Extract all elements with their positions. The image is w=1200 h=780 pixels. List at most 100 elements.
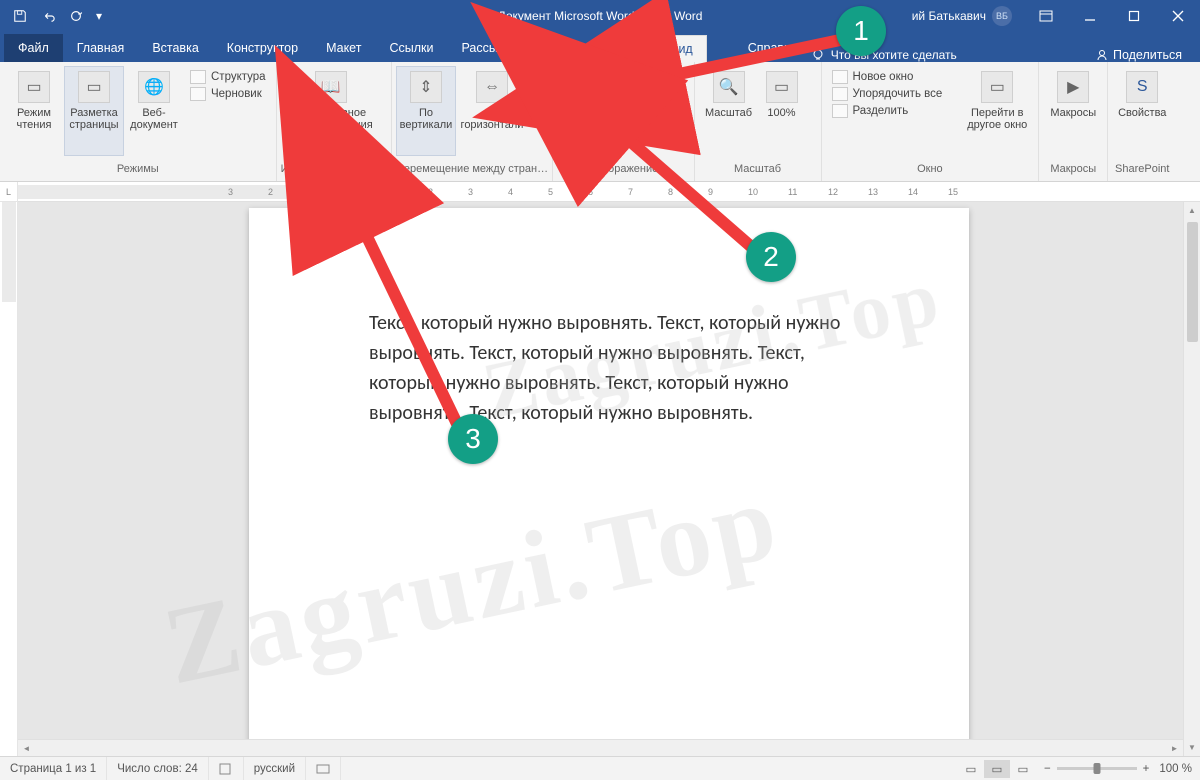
status-spellcheck[interactable] — [209, 757, 244, 780]
svg-text:12: 12 — [828, 187, 838, 197]
svg-text:7: 7 — [628, 187, 633, 197]
properties-button[interactable]: SСвойства — [1112, 66, 1172, 156]
user-name: ий Батькавич — [912, 9, 986, 23]
titlebar: ▾ Документ Microsoft Word.docx - Word ий… — [0, 0, 1200, 32]
svg-text:2: 2 — [268, 187, 273, 197]
vertical-ruler[interactable] — [0, 202, 18, 756]
svg-text:5: 5 — [548, 187, 553, 197]
group-views: ▭Режим чтения ▭Разметка страницы 🌐Веб-до… — [0, 62, 277, 181]
spellcheck-icon — [219, 763, 233, 775]
lightbulb-icon — [811, 48, 825, 62]
tab-insert[interactable]: Вставка — [138, 34, 212, 62]
zoom-value[interactable]: 100 % — [1159, 763, 1192, 775]
tell-me[interactable]: Что вы хотите сделать — [811, 48, 957, 62]
tab-file[interactable]: Файл — [4, 34, 63, 62]
read-mode-button[interactable]: ▭Режим чтения — [4, 66, 64, 156]
ribbon-options-icon[interactable] — [1024, 0, 1068, 32]
svg-text:4: 4 — [508, 187, 513, 197]
tab-review[interactable]: Рецензирование — [532, 34, 657, 62]
tab-references[interactable]: Ссылки — [375, 34, 447, 62]
document-viewport[interactable]: Текст, который нужно выровнять. Текст, к… — [18, 202, 1200, 756]
draft-button[interactable]: Черновик — [190, 87, 266, 101]
horizontal-ruler[interactable]: 321 123456789101112131415 — [18, 182, 1200, 202]
svg-text:3: 3 — [468, 187, 473, 197]
indent-marker-icon[interactable] — [358, 183, 368, 192]
group-page-movement: ⇕По вертикали ⇔По горизонтали Перемещени… — [392, 62, 553, 181]
scroll-left-icon[interactable]: ◄ — [18, 740, 35, 756]
tab-view[interactable]: Вид — [656, 35, 707, 62]
outline-button[interactable]: Структура — [190, 70, 266, 84]
svg-text:13: 13 — [868, 187, 878, 197]
svg-text:15: 15 — [948, 187, 958, 197]
document-title: Документ Microsoft Word.docx - Word — [498, 9, 703, 23]
svg-text:1: 1 — [388, 187, 393, 197]
tab-design[interactable]: Конструктор — [213, 34, 312, 62]
navigation-pane-checkbox[interactable]: Область навигации — [563, 102, 683, 114]
quick-access-toolbar: ▾ — [0, 4, 114, 28]
zoom-button[interactable]: 🔍Масштаб — [699, 66, 759, 156]
document-area: Текст, который нужно выровнять. Текст, к… — [18, 202, 1200, 756]
status-page[interactable]: Страница 1 из 1 — [0, 757, 107, 780]
web-layout-button[interactable]: 🌐Веб-документ — [124, 66, 184, 156]
macros-button[interactable]: ▶Макросы — [1043, 66, 1103, 156]
status-language[interactable]: русский — [244, 757, 306, 780]
immersive-reader-button[interactable]: 📖Иммерсивное средство чтения — [281, 66, 381, 156]
document-body-text[interactable]: Текст, который нужно выровнять. Текст, к… — [369, 308, 849, 428]
svg-text:6: 6 — [588, 187, 593, 197]
svg-text:11: 11 — [788, 187, 797, 197]
tab-layout[interactable]: Макет — [312, 34, 375, 62]
share-button[interactable]: Поделиться — [1095, 48, 1182, 62]
status-word-count[interactable]: Число слов: 24 — [107, 757, 209, 780]
svg-text:3: 3 — [228, 187, 233, 197]
tab-mailings[interactable]: Рассылки — [447, 34, 531, 62]
vertical-scrollbar[interactable]: ▲ ▼ — [1183, 202, 1200, 756]
statusbar: Страница 1 из 1 Число слов: 24 русский ▭… — [0, 756, 1200, 780]
svg-text:10: 10 — [748, 187, 758, 197]
group-macros: ▶Макросы Макросы — [1039, 62, 1108, 181]
group-show: ✓Линейка Сетка Область навигации Отображ… — [553, 62, 694, 181]
close-button[interactable] — [1156, 0, 1200, 32]
maximize-button[interactable] — [1112, 0, 1156, 32]
user-account[interactable]: ий Батькавич ВБ — [912, 6, 1012, 26]
ruler-checkbox[interactable]: ✓Линейка — [563, 72, 683, 84]
zoom-100-button[interactable]: ▭100% — [759, 66, 805, 156]
svg-text:1: 1 — [308, 187, 313, 197]
vertical-button[interactable]: ⇕По вертикали — [396, 66, 456, 156]
zoom-out-button[interactable]: − — [1044, 763, 1051, 775]
track-icon — [316, 763, 330, 775]
svg-text:2: 2 — [428, 187, 433, 197]
qat-more-icon[interactable]: ▾ — [92, 4, 106, 28]
group-sharepoint: SСвойства SharePoint — [1108, 62, 1176, 181]
group-immersive: 📖Иммерсивное средство чтения Иммерсивный… — [277, 62, 392, 181]
zoom-in-button[interactable]: + — [1143, 763, 1150, 775]
print-layout-button[interactable]: ▭Разметка страницы — [64, 66, 124, 156]
zoom-slider[interactable] — [1057, 767, 1137, 770]
horizontal-button[interactable]: ⇔По горизонтали — [456, 66, 528, 156]
status-accessibility[interactable] — [306, 757, 341, 780]
document-name: Документ Microsoft Word.docx — [498, 9, 664, 23]
view-print-icon[interactable]: ▭ — [984, 760, 1010, 778]
new-window-button[interactable]: Новое окно — [832, 70, 943, 84]
arrange-all-button[interactable]: Упорядочить все — [832, 87, 943, 101]
zoom-control: − + 100 % — [1036, 763, 1200, 775]
redo-icon[interactable] — [64, 4, 88, 28]
minimize-button[interactable] — [1068, 0, 1112, 32]
scroll-down-icon[interactable]: ▼ — [1184, 739, 1200, 756]
scroll-up-icon[interactable]: ▲ — [1184, 202, 1200, 219]
view-web-icon[interactable]: ▭ — [1010, 760, 1036, 778]
group-zoom: 🔍Масштаб ▭100% Масштаб — [695, 62, 822, 181]
switch-windows-button[interactable]: ▭Перейти в другое окно — [960, 66, 1034, 156]
share-icon — [1095, 48, 1109, 62]
tab-home[interactable]: Главная — [63, 34, 139, 62]
gridlines-checkbox[interactable]: Сетка — [563, 87, 683, 99]
document-page[interactable]: Текст, который нужно выровнять. Текст, к… — [249, 208, 969, 756]
user-avatar: ВБ — [992, 6, 1012, 26]
view-read-icon[interactable]: ▭ — [958, 760, 984, 778]
undo-icon[interactable] — [36, 4, 60, 28]
save-icon[interactable] — [8, 4, 32, 28]
scroll-right-icon[interactable]: ► — [1166, 740, 1183, 756]
horizontal-scrollbar[interactable]: ◄ ► — [18, 739, 1183, 756]
tab-help[interactable]: Справка — [707, 34, 811, 62]
scroll-thumb[interactable] — [1187, 222, 1198, 342]
split-button[interactable]: Разделить — [832, 104, 943, 118]
